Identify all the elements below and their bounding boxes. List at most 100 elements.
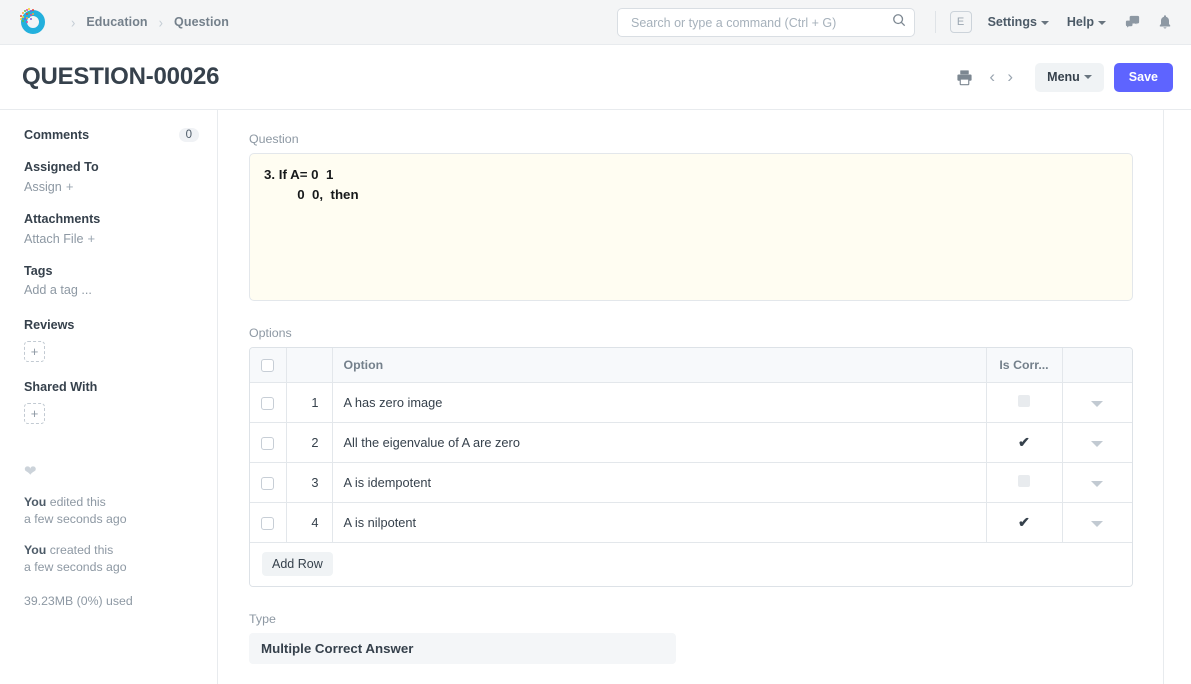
- frappe-logo-icon[interactable]: [18, 8, 46, 36]
- options-grid: Option Is Corr... 1A has zero image2All …: [249, 347, 1133, 587]
- unchecked-box-icon: [1018, 395, 1030, 407]
- created-time: a few seconds ago: [24, 560, 127, 574]
- attach-file-button[interactable]: Attach File+: [24, 231, 199, 246]
- row-checkbox[interactable]: [261, 477, 274, 490]
- chevron-down-icon: [1084, 75, 1092, 79]
- caret-down-icon[interactable]: [1091, 441, 1103, 447]
- row-index: 2: [286, 422, 332, 462]
- breadcrumb-item-question[interactable]: Question: [174, 15, 229, 29]
- option-header[interactable]: Option: [332, 348, 986, 382]
- unchecked-box-icon: [1018, 475, 1030, 487]
- add-tag-input[interactable]: Add a tag ...: [24, 283, 199, 297]
- index-header: [286, 348, 332, 382]
- row-is-correct[interactable]: ✔: [986, 502, 1062, 542]
- caret-down-icon[interactable]: [1091, 481, 1103, 487]
- menu-button[interactable]: Menu: [1035, 63, 1104, 92]
- row-expand-cell[interactable]: [1062, 462, 1132, 502]
- edited-by: You: [24, 495, 46, 509]
- row-expand-cell[interactable]: [1062, 502, 1132, 542]
- table-header-row: Option Is Corr...: [250, 348, 1132, 382]
- question-editor[interactable]: 3. If A= 0 1 0 0, then: [249, 153, 1133, 301]
- sidebar-section-reviews: Reviews +: [24, 318, 199, 362]
- add-row-button[interactable]: Add Row: [262, 552, 333, 576]
- avatar[interactable]: E: [950, 11, 972, 33]
- assign-label: Assign: [24, 180, 62, 194]
- chat-bubbles-icon[interactable]: [1124, 14, 1141, 31]
- table-row[interactable]: 1A has zero image: [250, 382, 1132, 422]
- row-option-text[interactable]: A has zero image: [332, 382, 986, 422]
- settings-label: Settings: [988, 15, 1037, 29]
- row-select-cell: [250, 502, 286, 542]
- chevron-down-icon: [1098, 21, 1106, 25]
- row-option-text[interactable]: A is nilpotent: [332, 502, 986, 542]
- options-field-label: Options: [249, 326, 1133, 340]
- add-share-button[interactable]: +: [24, 403, 45, 424]
- reviews-label: Reviews: [24, 318, 199, 332]
- caret-down-icon[interactable]: [1091, 401, 1103, 407]
- table-row[interactable]: 2All the eigenvalue of A are zero ✔: [250, 422, 1132, 462]
- help-menu[interactable]: Help: [1067, 15, 1106, 29]
- is-correct-header[interactable]: Is Corr...: [986, 348, 1062, 382]
- titlebar-actions: ‹ › Menu Save: [956, 63, 1173, 92]
- check-icon: ✔: [1018, 514, 1030, 530]
- edited-time: a few seconds ago: [24, 512, 127, 526]
- breadcrumb-item-education[interactable]: Education: [86, 15, 147, 29]
- settings-menu[interactable]: Settings: [988, 15, 1049, 29]
- expand-header: [1062, 348, 1132, 382]
- row-checkbox[interactable]: [261, 437, 274, 450]
- question-field-label: Question: [249, 132, 1133, 146]
- previous-record-button[interactable]: ‹: [983, 64, 1001, 90]
- edited-activity: You edited this a few seconds ago: [24, 494, 199, 528]
- chevron-down-icon: [1041, 21, 1049, 25]
- row-option-text[interactable]: All the eigenvalue of A are zero: [332, 422, 986, 462]
- created-activity: You created this a few seconds ago: [24, 542, 199, 576]
- select-all-header: [250, 348, 286, 382]
- check-icon: ✔: [1018, 434, 1030, 450]
- breadcrumb-separator-icon: ›: [159, 13, 163, 30]
- printer-icon[interactable]: [956, 69, 973, 86]
- row-index: 4: [286, 502, 332, 542]
- shared-with-label: Shared With: [24, 380, 199, 394]
- table-row[interactable]: 3A is idempotent: [250, 462, 1132, 502]
- bell-icon[interactable]: [1157, 14, 1173, 31]
- sidebar-section-tags: Tags Add a tag ...: [24, 264, 199, 297]
- row-select-cell: [250, 382, 286, 422]
- search-icon[interactable]: [892, 13, 906, 32]
- type-field-label: Type: [249, 612, 1133, 626]
- assign-button[interactable]: Assign +: [24, 179, 199, 194]
- search-input[interactable]: [629, 15, 892, 31]
- row-option-text[interactable]: A is idempotent: [332, 462, 986, 502]
- row-expand-cell[interactable]: [1062, 382, 1132, 422]
- breadcrumb-separator-icon: ›: [71, 13, 75, 30]
- top-navbar: › Education › Question E Settings Help: [0, 0, 1191, 45]
- storage-usage: 39.23MB (0%) used: [24, 594, 199, 608]
- plus-icon: +: [66, 179, 74, 194]
- type-field-value[interactable]: Multiple Correct Answer: [249, 633, 676, 664]
- save-button[interactable]: Save: [1114, 63, 1173, 92]
- row-select-cell: [250, 422, 286, 462]
- search-box[interactable]: [617, 8, 915, 37]
- page-titlebar: QUESTION-00026 ‹ › Menu Save: [0, 45, 1191, 110]
- sidebar-section-comments[interactable]: Comments 0: [24, 128, 199, 142]
- row-checkbox[interactable]: [261, 517, 274, 530]
- select-all-checkbox[interactable]: [261, 359, 274, 372]
- heart-icon[interactable]: ❤: [24, 462, 199, 480]
- options-table: Option Is Corr... 1A has zero image2All …: [250, 348, 1132, 543]
- next-record-button[interactable]: ›: [1001, 64, 1019, 90]
- navbar-divider: [935, 11, 936, 33]
- comments-label: Comments: [24, 128, 89, 142]
- row-expand-cell[interactable]: [1062, 422, 1132, 462]
- right-sidebar-spacer: [1164, 110, 1191, 684]
- row-is-correct[interactable]: [986, 462, 1062, 502]
- caret-down-icon[interactable]: [1091, 521, 1103, 527]
- created-by: You: [24, 543, 46, 557]
- sidebar-section-attachments: Attachments Attach File+: [24, 212, 199, 246]
- row-checkbox[interactable]: [261, 397, 274, 410]
- add-review-button[interactable]: +: [24, 341, 45, 362]
- navbar-right-group: E Settings Help: [935, 11, 1177, 33]
- page-body: Comments 0 Assigned To Assign+ Attachmen…: [0, 110, 1191, 684]
- comments-count-badge: 0: [179, 128, 199, 142]
- row-is-correct[interactable]: ✔: [986, 422, 1062, 462]
- table-row[interactable]: 4A is nilpotent ✔: [250, 502, 1132, 542]
- row-is-correct[interactable]: [986, 382, 1062, 422]
